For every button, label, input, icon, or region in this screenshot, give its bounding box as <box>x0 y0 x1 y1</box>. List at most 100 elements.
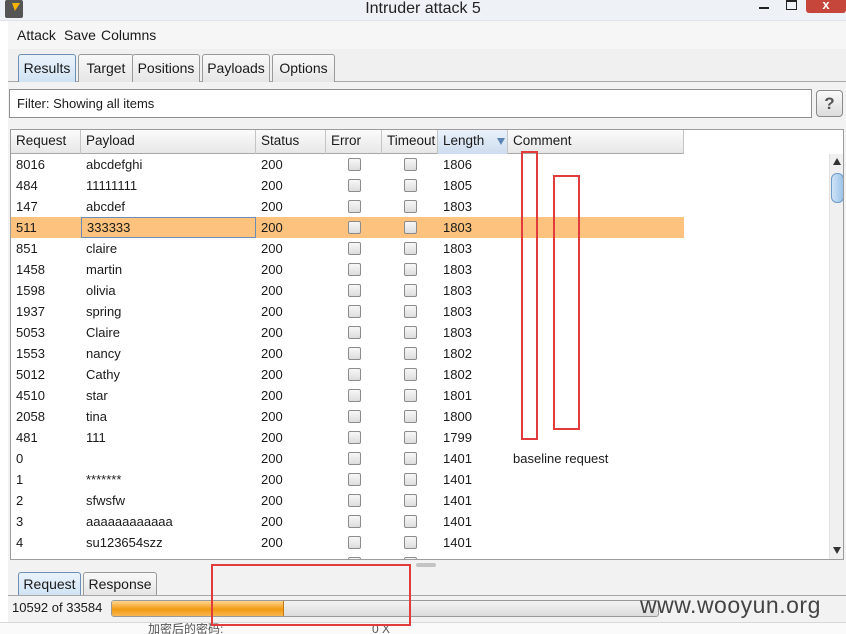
scroll-thumb[interactable] <box>831 173 843 203</box>
timeout-checkbox[interactable] <box>404 515 417 528</box>
cell-payload: star <box>86 388 108 403</box>
timeout-checkbox[interactable] <box>404 431 417 444</box>
menu-save[interactable]: Save <box>64 27 96 43</box>
cell-request: 851 <box>16 241 38 256</box>
maximize-button[interactable] <box>778 0 804 13</box>
error-checkbox[interactable] <box>348 536 361 549</box>
table-row[interactable]: 484 11111111 200 1805 <box>11 175 684 196</box>
error-checkbox[interactable] <box>348 305 361 318</box>
table-row[interactable]: 4510 star 200 1801 <box>11 385 684 406</box>
table-row[interactable]: 481 111 200 1799 <box>11 427 684 448</box>
timeout-checkbox[interactable] <box>404 200 417 213</box>
tab-options[interactable]: Options <box>272 54 335 82</box>
scroll-down-arrow-icon[interactable] <box>833 547 841 554</box>
scroll-up-arrow-icon[interactable] <box>833 158 841 165</box>
error-checkbox[interactable] <box>348 389 361 402</box>
tab-positions[interactable]: Positions <box>132 54 200 82</box>
error-checkbox[interactable] <box>348 347 361 360</box>
error-checkbox[interactable] <box>348 368 361 381</box>
timeout-checkbox[interactable] <box>404 326 417 339</box>
table-row[interactable]: 0 200 1401 baseline request <box>11 448 684 469</box>
error-checkbox[interactable] <box>348 326 361 339</box>
cell-request: 1 <box>16 472 24 487</box>
error-checkbox[interactable] <box>348 410 361 423</box>
table-row[interactable]: 2 sfwsfw 200 1401 <box>11 490 684 511</box>
table-row[interactable]: 851 claire 200 1803 <box>11 238 684 259</box>
help-button[interactable]: ? <box>816 90 843 117</box>
timeout-checkbox[interactable] <box>404 557 417 559</box>
error-checkbox[interactable] <box>348 557 361 559</box>
cell-status: 200 <box>261 283 283 298</box>
cell-status: 200 <box>261 241 283 256</box>
table-row[interactable]: 5 200 1401 <box>11 553 684 559</box>
cell-length: 1806 <box>443 157 472 172</box>
table-row[interactable]: 2058 tina 200 1800 <box>11 406 684 427</box>
cell-status: 200 <box>261 346 283 361</box>
timeout-checkbox[interactable] <box>404 242 417 255</box>
timeout-checkbox[interactable] <box>404 536 417 549</box>
timeout-checkbox[interactable] <box>404 305 417 318</box>
minimize-button[interactable] <box>750 0 778 13</box>
cell-status: 200 <box>261 388 283 403</box>
table-row[interactable]: 1553 nancy 200 1802 <box>11 343 684 364</box>
tab-payloads[interactable]: Payloads <box>202 54 270 82</box>
splitter-handle[interactable] <box>416 563 436 567</box>
cell-request: 4510 <box>16 388 45 403</box>
timeout-checkbox[interactable] <box>404 494 417 507</box>
timeout-checkbox[interactable] <box>404 347 417 360</box>
table-row[interactable]: 3 aaaaaaaaaaaa 200 1401 <box>11 511 684 532</box>
table-row[interactable]: 1458 martin 200 1803 <box>11 259 684 280</box>
error-checkbox[interactable] <box>348 494 361 507</box>
error-checkbox[interactable] <box>348 200 361 213</box>
tab-target[interactable]: Target <box>78 54 134 82</box>
table-row[interactable]: 147 abcdef 200 1803 <box>11 196 684 217</box>
timeout-checkbox[interactable] <box>404 389 417 402</box>
timeout-checkbox[interactable] <box>404 221 417 234</box>
error-checkbox[interactable] <box>348 158 361 171</box>
tab-request[interactable]: Request <box>18 572 81 596</box>
table-row[interactable]: 1 ******* 200 1401 <box>11 469 684 490</box>
timeout-checkbox[interactable] <box>404 473 417 486</box>
timeout-checkbox[interactable] <box>404 179 417 192</box>
table-row[interactable]: 5053 Claire 200 1803 <box>11 322 684 343</box>
error-checkbox[interactable] <box>348 515 361 528</box>
cell-request: 147 <box>16 199 38 214</box>
error-checkbox[interactable] <box>348 221 361 234</box>
column-header-payload[interactable]: Payload <box>81 130 256 154</box>
filter-bar[interactable]: Filter: Showing all items <box>9 89 812 118</box>
error-checkbox[interactable] <box>348 179 361 192</box>
menu-columns[interactable]: Columns <box>101 27 156 43</box>
error-checkbox[interactable] <box>348 431 361 444</box>
table-row[interactable]: 511 333333 200 1803 <box>11 217 684 238</box>
cell-payload: Claire <box>86 325 120 340</box>
column-header-status[interactable]: Status <box>256 130 326 154</box>
column-header-error[interactable]: Error <box>326 130 382 154</box>
timeout-checkbox[interactable] <box>404 368 417 381</box>
vertical-scrollbar[interactable] <box>829 154 843 559</box>
timeout-checkbox[interactable] <box>404 452 417 465</box>
tab-response[interactable]: Response <box>83 572 157 596</box>
timeout-checkbox[interactable] <box>404 158 417 171</box>
error-checkbox[interactable] <box>348 284 361 297</box>
table-row[interactable]: 5012 Cathy 200 1802 <box>11 364 684 385</box>
table-row[interactable]: 1937 spring 200 1803 <box>11 301 684 322</box>
error-checkbox[interactable] <box>348 473 361 486</box>
table-row[interactable]: 1598 olivia 200 1803 <box>11 280 684 301</box>
tab-results[interactable]: Results <box>18 54 76 83</box>
table-row[interactable]: 8016 abcdefghi 200 1806 <box>11 154 684 175</box>
cell-payload: nancy <box>86 346 121 361</box>
table-row[interactable]: 4 su123654szz 200 1401 <box>11 532 684 553</box>
error-checkbox[interactable] <box>348 263 361 276</box>
close-button[interactable]: x <box>806 0 846 13</box>
timeout-checkbox[interactable] <box>404 284 417 297</box>
timeout-checkbox[interactable] <box>404 410 417 423</box>
cell-payload: olivia <box>86 283 116 298</box>
error-checkbox[interactable] <box>348 452 361 465</box>
cell-length: 1803 <box>443 304 472 319</box>
column-header-timeout[interactable]: Timeout <box>382 130 438 154</box>
cell-request: 1937 <box>16 304 45 319</box>
error-checkbox[interactable] <box>348 242 361 255</box>
column-header-request[interactable]: Request <box>11 130 81 154</box>
menu-attack[interactable]: Attack <box>17 27 56 43</box>
timeout-checkbox[interactable] <box>404 263 417 276</box>
